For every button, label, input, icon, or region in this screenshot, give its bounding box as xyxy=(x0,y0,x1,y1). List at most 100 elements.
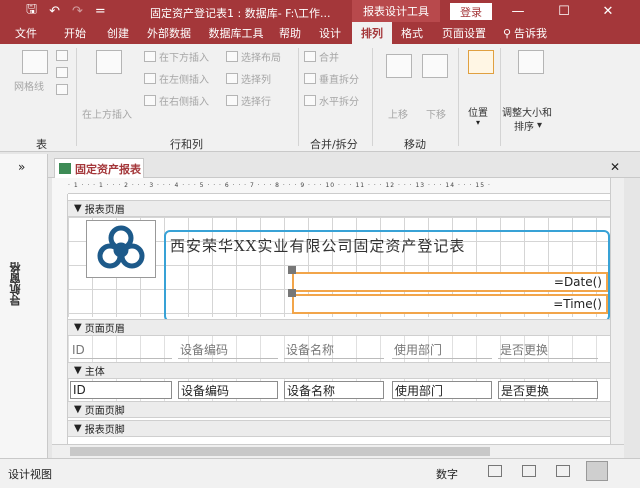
tabular-icon[interactable] xyxy=(56,67,68,78)
section-label: 报表页脚 xyxy=(84,425,125,436)
detail-field-device-name[interactable]: 设备名称 xyxy=(284,381,384,399)
time-textbox[interactable]: =Time() xyxy=(292,294,608,314)
print-preview-icon[interactable] xyxy=(522,465,536,477)
move-up-button[interactable]: 上移 xyxy=(388,106,408,121)
select-layout-icon xyxy=(226,51,238,62)
horizontal-scrollbar[interactable] xyxy=(52,444,624,458)
tab-help[interactable]: 帮助 xyxy=(272,22,308,44)
customize-qat-icon[interactable]: = xyxy=(95,4,106,19)
navigation-pane xyxy=(0,154,48,458)
detail-field-department[interactable]: 使用部门 xyxy=(392,381,492,399)
merge-icon xyxy=(304,51,316,62)
section-bar-page-footer[interactable]: ▼ 页面页脚 xyxy=(68,401,614,418)
date-textbox[interactable]: =Date() xyxy=(292,272,608,292)
design-view-icon[interactable] xyxy=(586,461,608,481)
size-spacing-button[interactable]: 调整大小和 xyxy=(502,104,552,119)
merge-button[interactable]: 合并 xyxy=(304,49,339,64)
tab-create[interactable]: 创建 xyxy=(98,22,138,44)
insert-left-icon xyxy=(144,73,156,84)
sort-label[interactable]: 排序 ▾ xyxy=(514,118,542,133)
section-bar-report-header[interactable]: ▼ 报表页眉 xyxy=(68,200,614,217)
tab-database-tools[interactable]: 数据库工具 xyxy=(200,22,272,44)
redo-icon[interactable]: ↷ xyxy=(72,4,83,19)
split-vertical-button[interactable]: 垂直拆分 xyxy=(304,71,359,86)
insert-below-icon xyxy=(144,51,156,62)
scrollbar-thumb[interactable] xyxy=(70,447,490,456)
tab-home[interactable]: 开始 xyxy=(52,22,98,44)
move-down-button[interactable]: 下移 xyxy=(426,106,446,121)
navigation-pane-title[interactable]: 导航窗格 xyxy=(8,262,24,306)
maximize-button[interactable]: ☐ xyxy=(546,0,582,22)
tab-format[interactable]: 格式 xyxy=(392,22,432,44)
insert-above-button[interactable]: 在上方插入 xyxy=(82,106,132,121)
gridlines-icon xyxy=(22,50,48,74)
insert-left-label: 在左侧插入 xyxy=(159,75,209,86)
detail-field-device-code[interactable]: 设备编码 xyxy=(178,381,278,399)
select-layout-button[interactable]: 选择布局 xyxy=(226,49,281,64)
close-document-button[interactable]: ✕ xyxy=(610,160,620,174)
layout-view-icon[interactable] xyxy=(556,465,570,477)
select-row-button[interactable]: 选择行 xyxy=(226,93,271,108)
stacked-icon[interactable] xyxy=(56,50,68,61)
minimize-button[interactable]: — xyxy=(500,0,536,22)
tell-me-box[interactable]: ⚲ 告诉我 xyxy=(496,22,554,44)
expand-nav-button[interactable]: » xyxy=(18,160,25,174)
section-arrow-icon: ▼ xyxy=(74,322,82,333)
gridlines-button[interactable]: 网格线 xyxy=(14,78,44,93)
horizontal-ruler: · 1 · · · 1 · · · 2 · · · 3 · · · 4 · · … xyxy=(68,178,614,194)
tab-external-data[interactable]: 外部数据 xyxy=(138,22,200,44)
tab-page-setup[interactable]: 页面设置 xyxy=(432,22,496,44)
detail-field-id[interactable]: ID xyxy=(70,381,172,399)
tab-file[interactable]: 文件 xyxy=(0,22,52,44)
select-column-button[interactable]: 选择列 xyxy=(226,71,271,86)
selection-handle[interactable] xyxy=(288,266,296,274)
ribbon-separator xyxy=(458,48,459,146)
split-vertical-label: 垂直拆分 xyxy=(319,75,359,86)
split-horizontal-button[interactable]: 水平拆分 xyxy=(304,93,359,108)
vertical-scrollbar[interactable] xyxy=(610,178,624,444)
section-bar-page-header[interactable]: ▼ 页面页眉 xyxy=(68,319,614,336)
company-logo[interactable] xyxy=(86,220,156,278)
insert-below-button[interactable]: 在下方插入 xyxy=(144,49,209,64)
header-label-replace[interactable]: 是否更换 xyxy=(498,341,598,359)
split-vertical-icon xyxy=(304,73,316,84)
undo-icon[interactable]: ↶ xyxy=(49,4,60,19)
header-label-department[interactable]: 使用部门 xyxy=(392,341,492,359)
ruler-corner[interactable] xyxy=(52,178,68,194)
report-title-label[interactable]: 西安荣华XX实业有限公司固定资产登记表 xyxy=(170,233,550,257)
login-button[interactable]: 登录 xyxy=(450,3,492,20)
ribbon-separator xyxy=(76,48,77,146)
tab-arrange[interactable]: 排列 xyxy=(352,22,392,44)
header-label-device-name[interactable]: 设备名称 xyxy=(284,341,384,359)
select-column-label: 选择列 xyxy=(241,75,271,86)
position-dropdown-icon[interactable]: ▾ xyxy=(476,118,480,127)
insert-right-button[interactable]: 在右侧插入 xyxy=(144,93,209,108)
detail-field-replace[interactable]: 是否更换 xyxy=(498,381,598,399)
section-label: 报表页眉 xyxy=(84,205,125,216)
selection-handle[interactable] xyxy=(288,289,296,297)
group-label-move: 移动 xyxy=(404,138,426,151)
position-icon xyxy=(468,50,494,74)
quick-access-toolbar: 🖫 ↶ ↷ = xyxy=(0,0,106,22)
remove-layout-icon[interactable] xyxy=(56,84,68,95)
close-button[interactable]: ✕ xyxy=(590,0,626,22)
position-button[interactable]: 位置 xyxy=(468,104,488,119)
stacked-layout-icons xyxy=(56,50,68,95)
insert-left-button[interactable]: 在左侧插入 xyxy=(144,71,209,86)
document-tab[interactable]: 固定资产报表 xyxy=(54,158,144,178)
biohazard-logo-icon xyxy=(97,225,145,269)
insert-above-icon xyxy=(96,50,122,74)
save-icon[interactable]: 🖫 xyxy=(26,0,37,22)
report-view-icon[interactable] xyxy=(488,465,502,477)
header-label-device-code[interactable]: 设备编码 xyxy=(178,341,278,359)
status-numlock: 数字 xyxy=(436,468,458,481)
section-bar-report-footer[interactable]: ▼ 报表页脚 xyxy=(68,420,614,437)
insert-below-label: 在下方插入 xyxy=(159,53,209,64)
document-tab-label: 固定资产报表 xyxy=(75,162,141,176)
vertical-ruler xyxy=(52,194,68,444)
tab-design[interactable]: 设计 xyxy=(308,22,352,44)
header-label-id[interactable]: ID xyxy=(70,341,172,359)
move-up-icon xyxy=(386,54,412,78)
window-title: 固定资产登记表1 : 数据库- F:\工作... xyxy=(150,7,331,20)
section-bar-detail[interactable]: ▼ 主体 xyxy=(68,362,614,379)
